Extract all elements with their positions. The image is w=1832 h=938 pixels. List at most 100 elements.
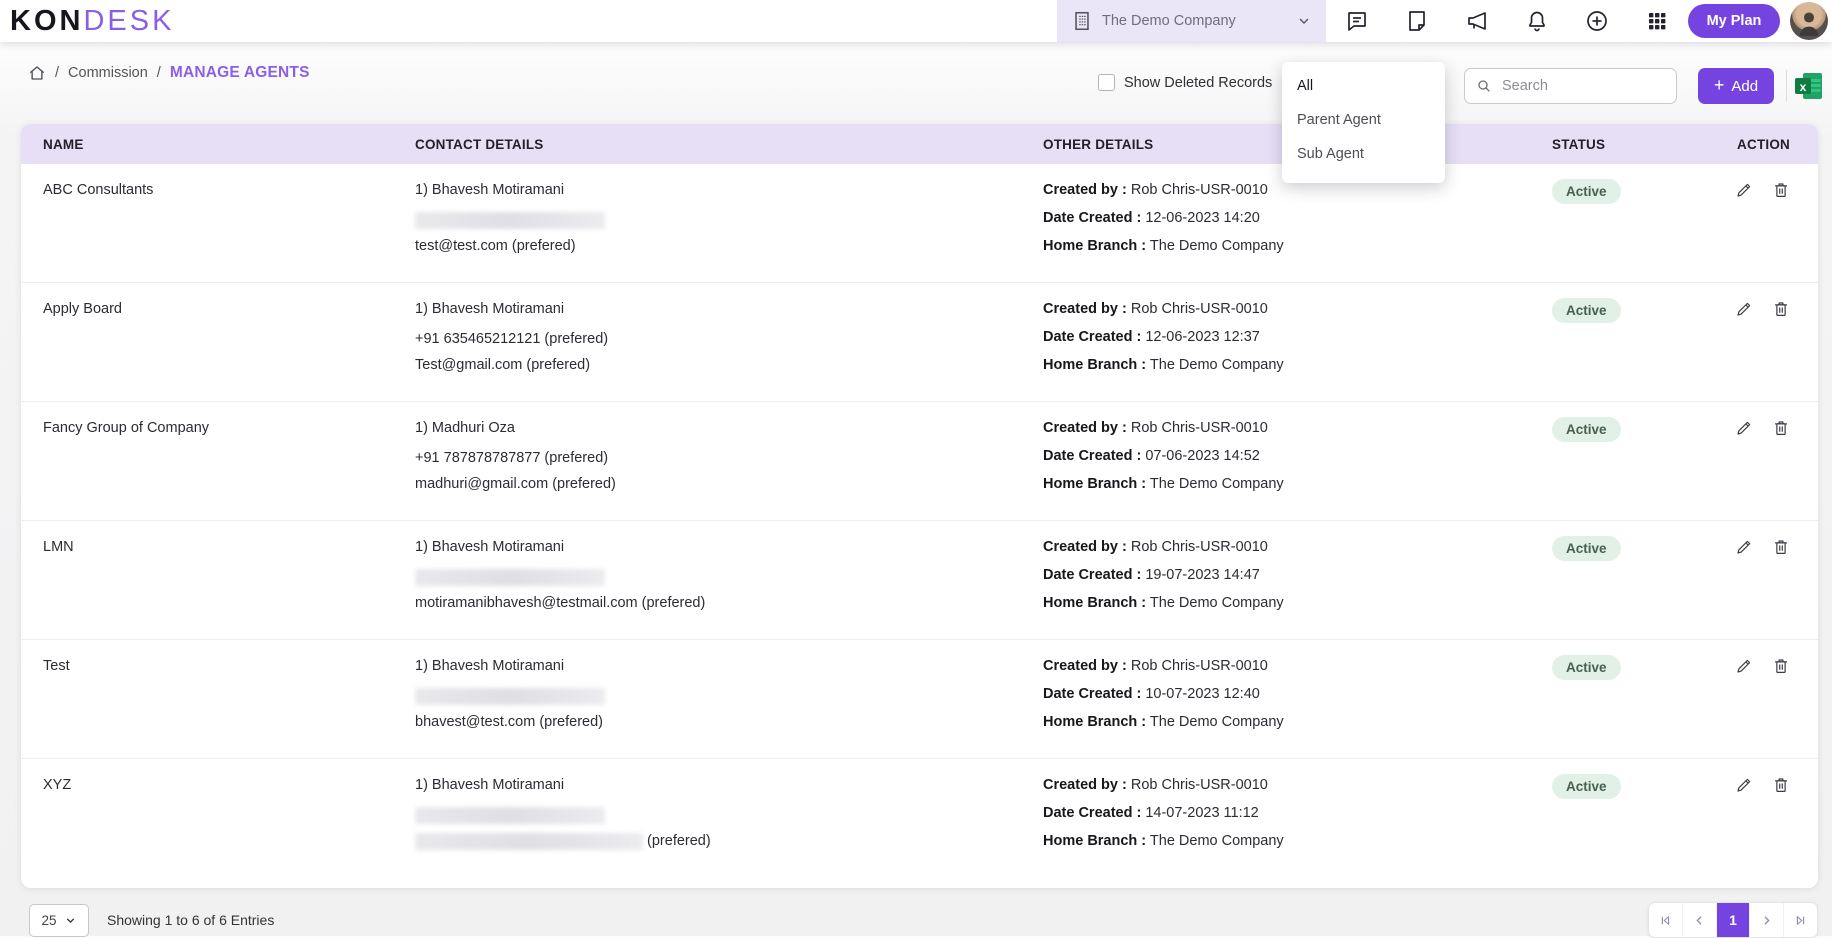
contact-details-cell: 1) Bhavesh Motiramani test@test.com (pre… (415, 179, 1043, 282)
contact-email: Test@gmail.com (prefered) (415, 354, 1043, 376)
edit-icon[interactable] (1735, 419, 1753, 437)
contact-person: 1) Bhavesh Motiramani (415, 655, 1043, 677)
agent-name-cell: Test (43, 655, 415, 758)
home-branch-line: Home Branch : The Demo Company (1043, 354, 1552, 376)
delete-icon[interactable] (1772, 538, 1790, 556)
status-badge: Active (1552, 298, 1621, 323)
created-by-line: Created by : Rob Chris-USR-0010 (1043, 774, 1552, 796)
add-button[interactable]: + Add (1698, 68, 1774, 104)
action-cell (1734, 179, 1790, 282)
show-deleted-label: Show Deleted Records (1124, 75, 1272, 91)
filter-option-parent-agent[interactable]: Parent Agent (1282, 103, 1445, 137)
agent-name: LMN (43, 536, 415, 558)
status-badge: Active (1552, 179, 1621, 204)
action-cell (1734, 417, 1790, 520)
contact-details-cell: 1) Bhavesh Motiramani bhavest@test.com (… (415, 655, 1043, 758)
table-row: Fancy Group of Company 1) Madhuri Oza +9… (21, 402, 1818, 521)
current-page-button[interactable]: 1 (1716, 903, 1750, 937)
breadcrumb-section[interactable]: Commission (68, 65, 148, 81)
delete-icon[interactable] (1772, 776, 1790, 794)
prev-page-button[interactable] (1682, 903, 1716, 937)
status-badge: Active (1552, 417, 1621, 442)
delete-icon[interactable] (1772, 300, 1790, 318)
pagination: 1 (1648, 902, 1818, 938)
home-branch-line: Home Branch : The Demo Company (1043, 592, 1552, 614)
note-icon[interactable] (1405, 9, 1429, 33)
show-deleted-control: Show Deleted Records (1098, 74, 1272, 91)
megaphone-icon[interactable] (1465, 9, 1489, 33)
contact-email: motiramanibhavesh@testmail.com (prefered… (415, 592, 1043, 614)
show-deleted-checkbox[interactable] (1098, 74, 1115, 91)
header-icon-group (1345, 0, 1669, 42)
column-header: STATUS (1552, 137, 1734, 152)
edit-icon[interactable] (1735, 300, 1753, 318)
home-icon[interactable] (28, 64, 46, 82)
contact-person: 1) Madhuri Oza (415, 417, 1043, 439)
search-input[interactable] (1500, 77, 1691, 95)
logo-desk: DESK (83, 5, 174, 37)
home-branch-line: Home Branch : The Demo Company (1043, 473, 1552, 495)
contact-details-cell: 1) Bhavesh Motiramani motiramanibhavesh@… (415, 536, 1043, 639)
action-cell (1734, 536, 1790, 639)
svg-text:x: x (1800, 80, 1807, 94)
page-size-select[interactable]: 25 (29, 904, 89, 937)
plus-circle-icon[interactable] (1585, 9, 1609, 33)
agent-name-cell: Fancy Group of Company (43, 417, 415, 520)
contact-email: (prefered) (415, 830, 1043, 852)
contact-person: 1) Bhavesh Motiramani (415, 536, 1043, 558)
edit-icon[interactable] (1735, 181, 1753, 199)
comment-icon[interactable] (1345, 9, 1369, 33)
company-selector-label: The Demo Company (1102, 13, 1287, 29)
contact-phone: +91 635465212121 (prefered) (415, 328, 1043, 350)
edit-icon[interactable] (1735, 776, 1753, 794)
status-cell: Active (1552, 298, 1734, 401)
other-details-cell: Created by : Rob Chris-USR-0010 Date Cre… (1043, 298, 1552, 401)
filter-dropdown: AllParent AgentSub Agent (1282, 62, 1445, 183)
action-cell (1734, 298, 1790, 401)
contact-email: bhavest@test.com (prefered) (415, 711, 1043, 733)
column-header: NAME (43, 137, 415, 152)
table-row: Test 1) Bhavesh Motiramani bhavest@test.… (21, 640, 1818, 759)
contact-person: 1) Bhavesh Motiramani (415, 774, 1043, 796)
contact-phone (415, 685, 1043, 707)
first-page-button[interactable] (1649, 903, 1682, 937)
filter-option-all[interactable]: All (1282, 69, 1445, 103)
agent-name-cell: ABC Consultants (43, 179, 415, 282)
contact-details-cell: 1) Bhavesh Motiramani +91 635465212121 (… (415, 298, 1043, 401)
filter-option-sub-agent[interactable]: Sub Agent (1282, 137, 1445, 171)
contact-details-cell: 1) Bhavesh Motiramani (prefered) (415, 774, 1043, 878)
created-by-line: Created by : Rob Chris-USR-0010 (1043, 536, 1552, 558)
status-cell: Active (1552, 179, 1734, 282)
breadcrumb: / Commission / MANAGE AGENTS (28, 64, 310, 82)
redacted-phone (415, 569, 605, 586)
edit-icon[interactable] (1735, 657, 1753, 675)
other-details-cell: Created by : Rob Chris-USR-0010 Date Cre… (1043, 536, 1552, 639)
add-button-label: Add (1731, 78, 1758, 95)
next-page-button[interactable] (1749, 903, 1783, 937)
delete-icon[interactable] (1772, 419, 1790, 437)
page-title: MANAGE AGENTS (170, 64, 310, 82)
delete-icon[interactable] (1772, 181, 1790, 199)
page-size-value: 25 (41, 913, 56, 928)
company-selector[interactable]: The Demo Company (1057, 0, 1326, 42)
my-plan-button[interactable]: My Plan (1688, 4, 1780, 38)
agent-name-cell: LMN (43, 536, 415, 639)
excel-export-button[interactable]: x (1794, 71, 1824, 101)
user-avatar[interactable] (1790, 2, 1828, 40)
agents-table-card: NAMECONTACT DETAILSOTHER DETAILSSTATUSAC… (21, 124, 1818, 888)
contact-person: 1) Bhavesh Motiramani (415, 298, 1043, 320)
building-icon (1071, 10, 1093, 32)
delete-icon[interactable] (1772, 657, 1790, 675)
table-row: ABC Consultants 1) Bhavesh Motiramani te… (21, 164, 1818, 283)
created-by-line: Created by : Rob Chris-USR-0010 (1043, 298, 1552, 320)
redacted-email (415, 833, 643, 850)
apps-grid-icon[interactable] (1645, 9, 1669, 33)
bell-icon[interactable] (1525, 9, 1549, 33)
chevron-down-icon (1296, 13, 1312, 29)
last-page-button[interactable] (1783, 903, 1817, 937)
search-icon (1476, 78, 1492, 94)
status-badge: Active (1552, 655, 1621, 680)
breadcrumb-separator: / (157, 65, 161, 81)
app-logo: KONDESK (10, 4, 174, 38)
edit-icon[interactable] (1735, 538, 1753, 556)
